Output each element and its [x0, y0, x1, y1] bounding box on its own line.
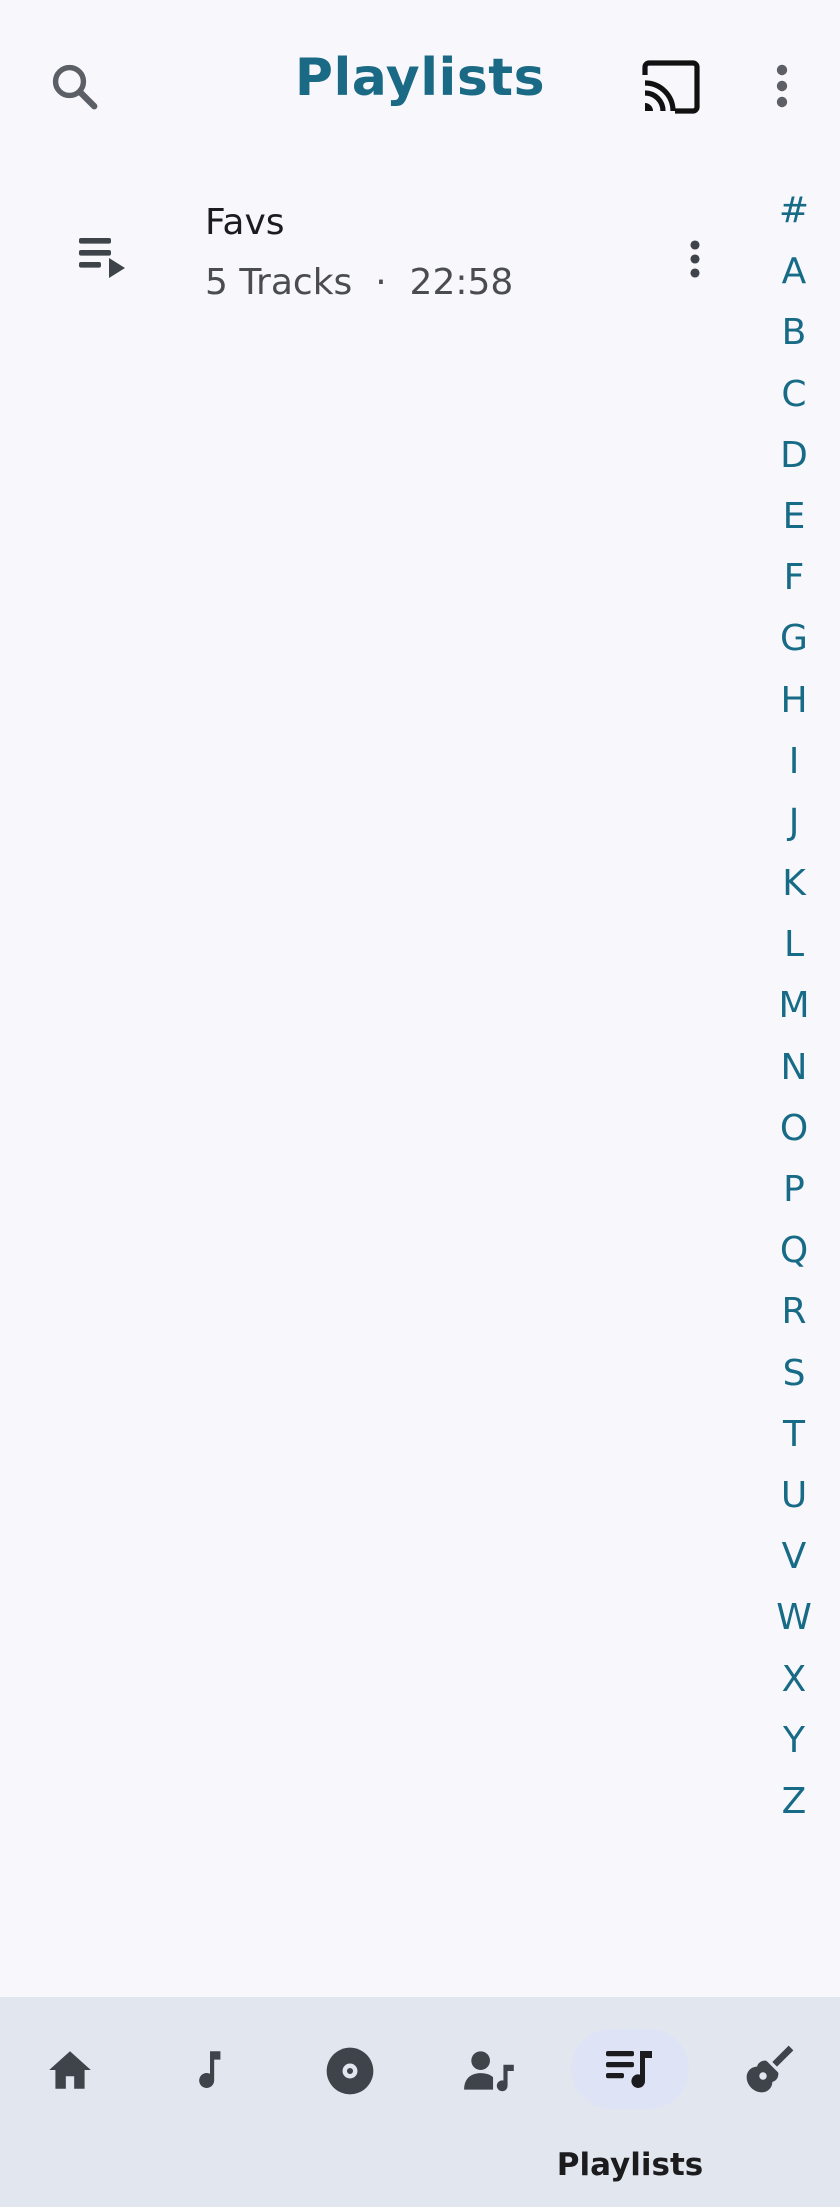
- index-letter[interactable]: B: [764, 302, 824, 363]
- nav-albums[interactable]: [300, 1997, 400, 2207]
- index-letter[interactable]: C: [764, 364, 824, 425]
- bottom-navigation: Playlists: [0, 1997, 840, 2207]
- nav-active-indicator: [571, 2029, 689, 2109]
- playlist-more-button[interactable]: [670, 228, 720, 290]
- music-note-icon: [199, 2051, 221, 2088]
- index-letter[interactable]: U: [764, 1465, 824, 1526]
- alphabet-index[interactable]: # A B C D E F G H I J K L M N O P Q R S T U V W X Y Z: [764, 180, 824, 1832]
- cast-button[interactable]: [630, 46, 712, 128]
- more-vert-icon: [776, 64, 788, 108]
- playlist-duration: 22:58: [409, 262, 514, 303]
- playlist-music-icon: [606, 2051, 652, 2088]
- app-bar: Playlists: [0, 0, 840, 165]
- playlist-row[interactable]: Favs 5 Tracks · 22:58: [0, 180, 740, 340]
- index-letter[interactable]: K: [764, 853, 824, 914]
- playlist-name: Favs: [205, 202, 285, 243]
- meta-separator: ·: [375, 262, 387, 303]
- index-letter[interactable]: S: [764, 1343, 824, 1404]
- playlist-icon-wrap: [72, 225, 134, 287]
- index-letter[interactable]: P: [764, 1159, 824, 1220]
- guitar-icon: [746, 2045, 794, 2093]
- index-letter[interactable]: Q: [764, 1220, 824, 1281]
- index-letter[interactable]: X: [764, 1649, 824, 1710]
- nav-songs[interactable]: [160, 1997, 260, 2207]
- track-count: 5 Tracks: [205, 262, 353, 303]
- index-letter[interactable]: W: [764, 1587, 824, 1648]
- home-icon: [49, 2051, 91, 2089]
- index-letter[interactable]: #: [764, 180, 824, 241]
- more-vert-icon: [690, 240, 700, 278]
- index-letter[interactable]: V: [764, 1526, 824, 1587]
- more-options-button[interactable]: [752, 48, 812, 124]
- index-letter[interactable]: Y: [764, 1710, 824, 1771]
- nav-home[interactable]: [20, 1997, 120, 2207]
- nav-label-playlists: Playlists: [556, 2147, 704, 2183]
- album-icon: [326, 2047, 374, 2095]
- index-letter[interactable]: I: [764, 731, 824, 792]
- index-letter[interactable]: D: [764, 425, 824, 486]
- nav-genres[interactable]: [720, 1997, 820, 2207]
- playlist-play-icon: [79, 238, 125, 278]
- cast-icon: [642, 60, 700, 114]
- index-letter[interactable]: F: [764, 547, 824, 608]
- index-letter[interactable]: M: [764, 975, 824, 1036]
- nav-artists[interactable]: [440, 1997, 540, 2207]
- index-letter[interactable]: R: [764, 1281, 824, 1342]
- playlist-meta: 5 Tracks · 22:58: [205, 262, 513, 303]
- index-letter[interactable]: A: [764, 241, 824, 302]
- index-letter[interactable]: T: [764, 1404, 824, 1465]
- index-letter[interactable]: N: [764, 1037, 824, 1098]
- artist-icon: [464, 2051, 514, 2092]
- index-letter[interactable]: G: [764, 608, 824, 669]
- index-letter[interactable]: Z: [764, 1771, 824, 1832]
- nav-playlists[interactable]: Playlists: [557, 1997, 703, 2207]
- index-letter[interactable]: L: [764, 914, 824, 975]
- index-letter[interactable]: E: [764, 486, 824, 547]
- index-letter[interactable]: H: [764, 670, 824, 731]
- page-title: Playlists: [294, 48, 546, 108]
- index-letter[interactable]: J: [764, 792, 824, 853]
- index-letter[interactable]: O: [764, 1098, 824, 1159]
